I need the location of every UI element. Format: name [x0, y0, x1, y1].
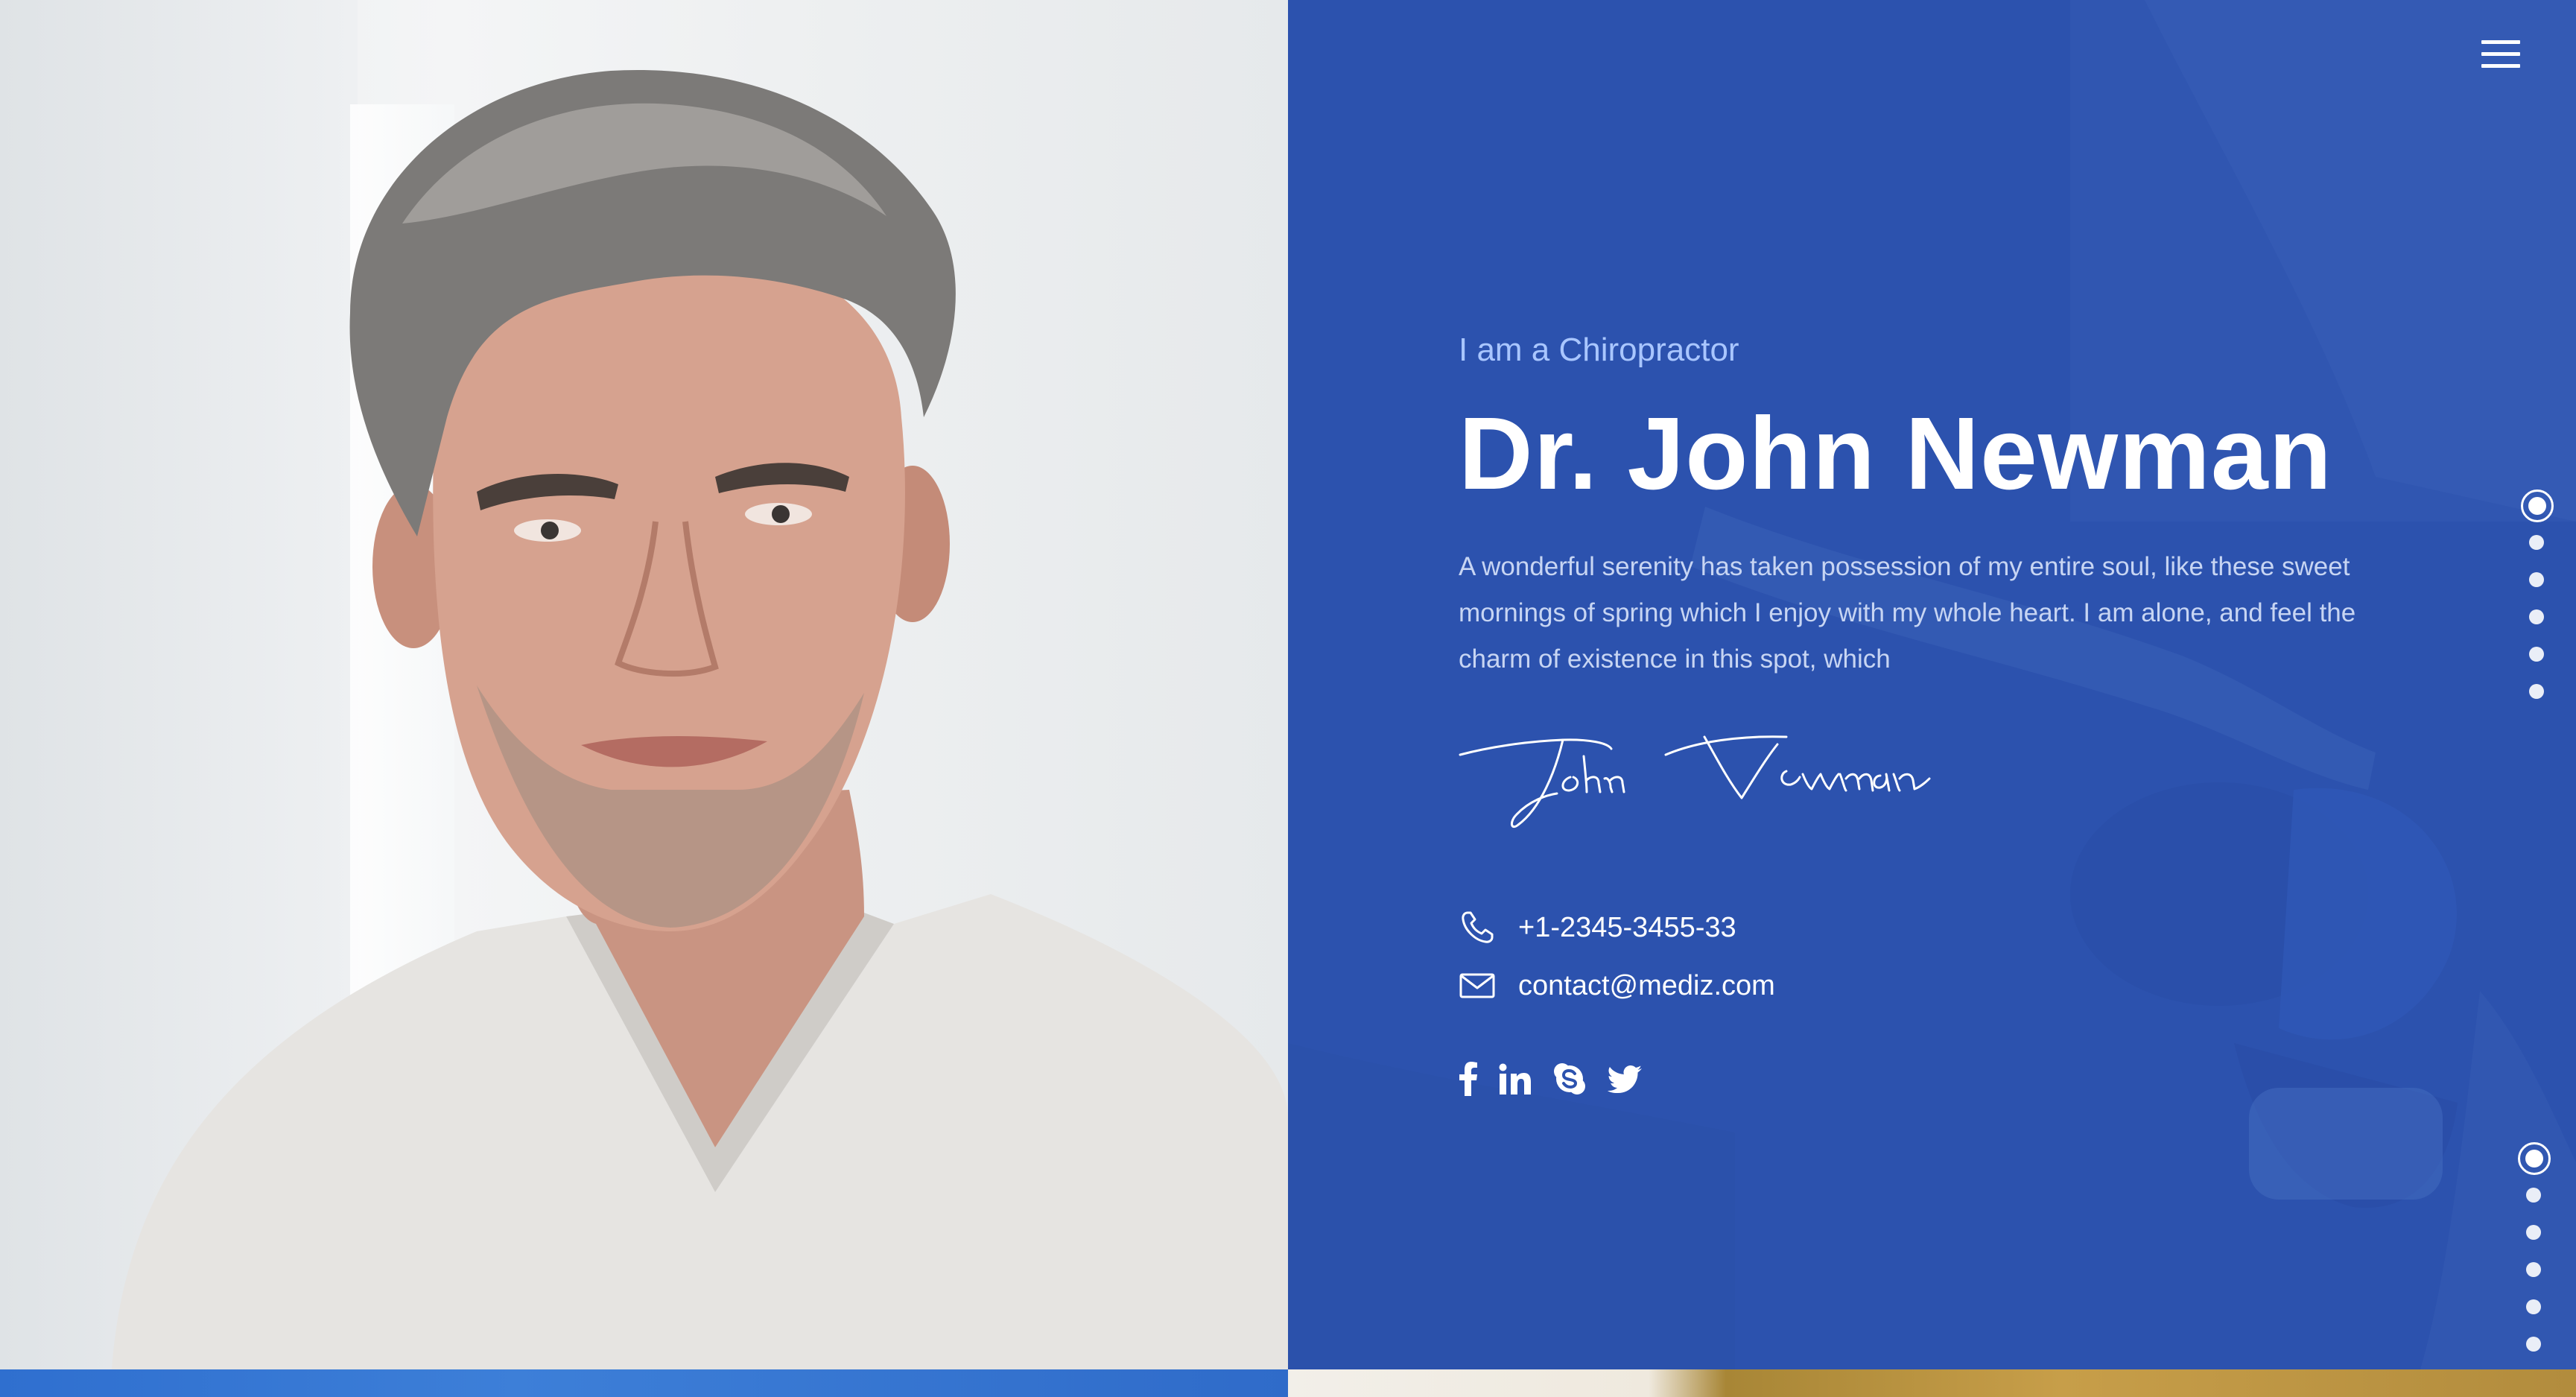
- twitter-link[interactable]: [1608, 1065, 1642, 1097]
- doctor-portrait-photo: [0, 0, 1288, 1369]
- social-links: [1459, 1062, 1663, 1100]
- doctor-name-heading: Dr. John Newman: [1459, 396, 2332, 511]
- section-dots-upper: [2519, 487, 2554, 711]
- linkedin-icon: [1499, 1063, 1531, 1095]
- section-dot-5[interactable]: [2519, 636, 2554, 674]
- facebook-link[interactable]: [1459, 1062, 1478, 1100]
- facebook-icon: [1459, 1062, 1477, 1096]
- section-dot-5[interactable]: [2516, 1289, 2551, 1326]
- section-dot-2[interactable]: [2519, 525, 2554, 562]
- hero-subtitle: I am a Chiropractor: [1459, 332, 1739, 368]
- section-dot-3[interactable]: [2516, 1214, 2551, 1252]
- contact-phone[interactable]: +1-2345-3455-33: [1459, 909, 1736, 946]
- section-dot-1[interactable]: [2519, 487, 2554, 525]
- menu-line: [2481, 40, 2520, 44]
- section-dot-6[interactable]: [2519, 674, 2554, 711]
- bio-paragraph: A wonderful serenity has taken possessio…: [1459, 552, 2356, 674]
- phone-number: +1-2345-3455-33: [1518, 911, 1736, 943]
- section-dot-2[interactable]: [2516, 1177, 2551, 1214]
- menu-line: [2481, 64, 2520, 68]
- next-section-strip-left: [0, 1369, 1288, 1397]
- menu-line: [2481, 52, 2520, 56]
- skype-icon: [1554, 1063, 1585, 1095]
- signature-image: [1459, 735, 1931, 829]
- twitter-icon: [1608, 1065, 1642, 1093]
- email-address: contact@mediz.com: [1518, 969, 1775, 1001]
- section-dot-4[interactable]: [2519, 599, 2554, 636]
- section-dot-3[interactable]: [2519, 562, 2554, 599]
- skype-link[interactable]: [1552, 1062, 1587, 1100]
- contact-email[interactable]: contact@mediz.com: [1459, 967, 1775, 1004]
- section-dot-1[interactable]: [2516, 1140, 2551, 1177]
- mail-icon: [1459, 973, 1495, 998]
- hero-background-photo: [1288, 0, 2576, 1369]
- linkedin-link[interactable]: [1499, 1063, 1532, 1098]
- next-section-strip-right: [1288, 1369, 2576, 1397]
- section-dots-lower: [2516, 1140, 2551, 1363]
- hero-section: I am a Chiropractor Dr. John Newman A wo…: [1288, 0, 2576, 1369]
- portrait-illustration: [112, 69, 1288, 1369]
- section-dot-6[interactable]: [2516, 1326, 2551, 1363]
- hamburger-menu-icon[interactable]: [2481, 39, 2520, 70]
- phone-icon: [1462, 911, 1494, 943]
- section-dot-4[interactable]: [2516, 1252, 2551, 1289]
